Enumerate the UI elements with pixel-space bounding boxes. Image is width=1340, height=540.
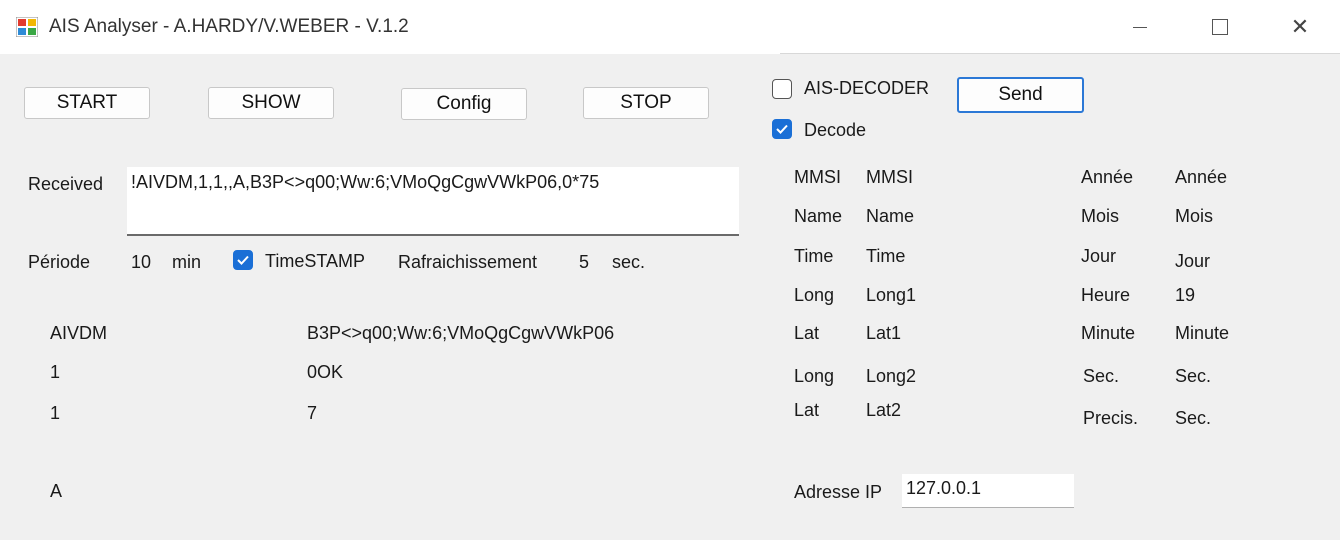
decoded-label-lat2: Lat: [794, 400, 820, 420]
periode-label: Période: [28, 252, 91, 272]
field-right-0: B3P<>q00;Ww:6;VMoQgCgwVWkP06: [307, 323, 615, 343]
decoded-label-long2: Long: [794, 366, 835, 386]
decoded-label-long: Long: [794, 285, 835, 305]
ip-field[interactable]: 127.0.0.1: [902, 474, 1074, 508]
maximize-button[interactable]: [1180, 0, 1260, 54]
decoded-value-minute: Minute: [1175, 323, 1230, 343]
timestamp-label: TimeSTAMP: [265, 251, 366, 271]
refresh-label: Rafraichissement: [398, 252, 538, 272]
decoded-label-lat: Lat: [794, 323, 820, 343]
decoded-value-sec: Sec.: [1175, 366, 1212, 386]
decoded-label-annee: Année: [1081, 167, 1134, 187]
window-title: AIS Analyser - A.HARDY/V.WEBER - V.1.2: [49, 16, 409, 37]
decoded-value-jour: Jour: [1175, 251, 1211, 271]
decoded-value-mmsi: MMSI: [866, 167, 913, 187]
periode-value: 10: [131, 252, 152, 272]
decoded-label-sec: Sec.: [1083, 366, 1120, 386]
close-icon: ✕: [1290, 14, 1310, 39]
field-left-2: 1: [50, 403, 61, 423]
decoded-value-lat1: Lat1: [866, 323, 902, 343]
decoded-label-precis: Precis.: [1083, 408, 1139, 428]
timestamp-checkbox[interactable]: [233, 250, 253, 270]
ais-decoder-label: AIS-DECODER: [804, 78, 930, 98]
config-button[interactable]: Config: [401, 88, 527, 120]
ais-decoder-checkbox[interactable]: [772, 79, 792, 99]
field-right-1: 0OK: [307, 362, 344, 382]
decoded-value-long1: Long1: [866, 285, 917, 305]
decoded-value-name: Name: [866, 206, 915, 226]
close-button[interactable]: ✕: [1260, 0, 1340, 54]
field-right-2: 7: [307, 403, 318, 423]
received-field[interactable]: !AIVDM,1,1,,A,B3P<>q00;Ww:6;VMoQgCgwVWkP…: [127, 167, 739, 236]
field-left-0: AIVDM: [50, 323, 108, 343]
decode-label: Decode: [804, 120, 867, 140]
decoded-label-minute: Minute: [1081, 323, 1136, 343]
checkmark-icon: [237, 255, 249, 265]
title-bar: AIS Analyser - A.HARDY/V.WEBER - V.1.2 ✕: [0, 0, 1340, 54]
received-label: Received: [28, 174, 104, 194]
decoded-value-lat2: Lat2: [866, 400, 902, 420]
decoded-value-time: Time: [866, 246, 906, 266]
decoded-label-heure: Heure: [1081, 285, 1131, 305]
decoded-value-long2: Long2: [866, 366, 917, 386]
decode-checkbox[interactable]: [772, 119, 792, 139]
decoded-value-annee: Année: [1175, 167, 1228, 187]
show-button[interactable]: SHOW: [208, 87, 334, 119]
app-icon: [16, 17, 38, 37]
decoded-label-jour: Jour: [1081, 246, 1117, 266]
decoded-label-name: Name: [794, 206, 843, 226]
field-left-1: 1: [50, 362, 61, 382]
decoded-value-mois: Mois: [1175, 206, 1214, 226]
periode-unit: min: [172, 252, 202, 272]
decoded-label-time: Time: [794, 246, 834, 266]
decoded-label-mmsi: MMSI: [794, 167, 841, 187]
refresh-value: 5: [579, 252, 590, 272]
refresh-unit: sec.: [612, 252, 646, 272]
ip-label: Adresse IP: [794, 482, 883, 502]
decoded-label-mois: Mois: [1081, 206, 1120, 226]
send-button[interactable]: Send: [957, 77, 1084, 113]
field-left-3: A: [50, 481, 63, 501]
divider: [780, 53, 1340, 54]
decoded-value-heure: 19: [1175, 285, 1196, 305]
minimize-button[interactable]: [1100, 0, 1180, 54]
stop-button[interactable]: STOP: [583, 87, 709, 119]
decoded-value-precis: Sec.: [1175, 408, 1212, 428]
start-button[interactable]: START: [24, 87, 150, 119]
checkmark-icon: [776, 124, 788, 134]
